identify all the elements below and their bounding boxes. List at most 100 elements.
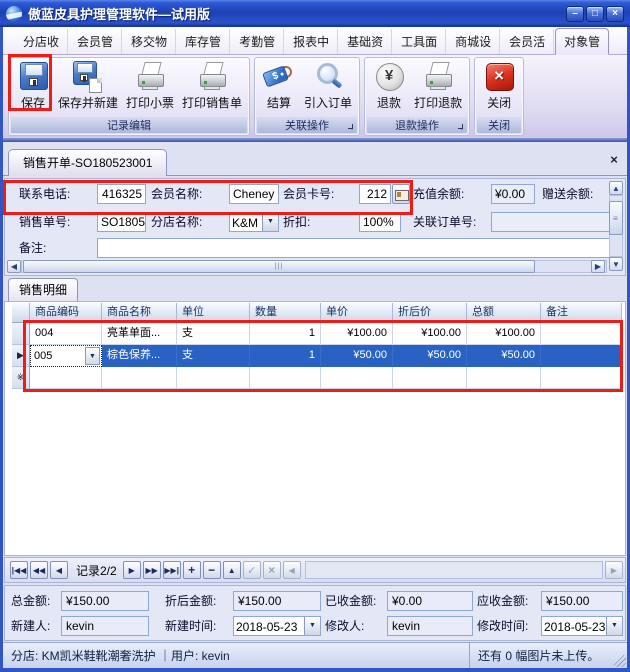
nav-insert-button[interactable]: + xyxy=(183,561,201,579)
cell-name[interactable]: 棕色保养... xyxy=(102,345,177,367)
status-upload-info: 还有 0 幅图片未上传。 xyxy=(469,643,627,668)
scroll-up-icon[interactable]: ▲ xyxy=(609,181,623,195)
cell-empty[interactable] xyxy=(30,367,102,389)
cell-total[interactable]: ¥50.00 xyxy=(467,345,541,367)
column-header[interactable]: 单价 xyxy=(321,303,393,323)
ribbon-tab-object-mgmt[interactable]: 对象管 xyxy=(555,28,609,55)
member-name-input[interactable]: Cheney xyxy=(229,184,279,204)
ribbon-tab-inventory[interactable]: 库存管 xyxy=(177,29,230,54)
maximize-button[interactable]: □ xyxy=(586,6,604,22)
cell-empty[interactable] xyxy=(321,367,393,389)
group-caption-refund-ops[interactable]: 退款操作 xyxy=(367,117,467,133)
branch-name-combo[interactable]: K&M ▼ xyxy=(229,212,279,232)
cell-empty[interactable] xyxy=(102,367,177,389)
refund-button[interactable]: ¥ 退款 xyxy=(368,60,410,113)
column-header[interactable]: 折后价 xyxy=(393,303,467,323)
ribbon-tab-reports[interactable]: 报表中 xyxy=(285,29,338,54)
grid-scroll-right-icon[interactable]: ▶ xyxy=(605,561,623,579)
cell-total[interactable]: ¥100.00 xyxy=(467,323,541,345)
nav-prior-button[interactable]: ◀ xyxy=(50,561,68,579)
cell-name[interactable]: 亮革单面... xyxy=(102,323,177,345)
cell-remark[interactable] xyxy=(541,345,622,367)
column-header[interactable]: 总额 xyxy=(467,303,541,323)
nav-next-button[interactable]: ▶ xyxy=(123,561,141,579)
ribbon-tab-mall[interactable]: 商城设 xyxy=(447,29,500,54)
column-header[interactable]: 备注 xyxy=(541,303,622,323)
ribbon-tab-member-mgmt[interactable]: 会员管 xyxy=(69,29,122,54)
nav-cancel-button[interactable]: × xyxy=(263,561,281,579)
cell-price[interactable]: ¥100.00 xyxy=(321,323,393,345)
ribbon-tab-transfer[interactable]: 移交物 xyxy=(123,29,176,54)
document-close-icon[interactable]: × xyxy=(605,151,623,169)
chevron-down-icon[interactable]: ▼ xyxy=(85,347,100,365)
scroll-right-icon[interactable]: ▶ xyxy=(591,260,605,273)
horizontal-scroll-thumb[interactable]: ||| xyxy=(23,260,535,273)
ribbon-tab-attendance[interactable]: 考勤管 xyxy=(231,29,284,54)
nav-prior-page-button[interactable]: ◀◀ xyxy=(30,561,48,579)
ribbon-tab-basic-data[interactable]: 基础资 xyxy=(339,29,392,54)
cell-empty[interactable] xyxy=(467,367,541,389)
column-header[interactable]: 单位 xyxy=(177,303,250,323)
nav-delete-button[interactable]: − xyxy=(203,561,221,579)
new-row-marker[interactable]: ※ xyxy=(12,367,30,389)
grid-horizontal-scrollbar[interactable] xyxy=(305,561,603,579)
minimize-button[interactable]: – xyxy=(566,6,584,22)
cell-empty[interactable] xyxy=(250,367,321,389)
cell-unit[interactable]: 支 xyxy=(177,323,250,345)
member-card-lookup-icon[interactable] xyxy=(392,184,410,204)
group-caption-related-ops[interactable]: 关联操作 xyxy=(257,117,357,133)
cell-unit[interactable]: 支 xyxy=(177,345,250,367)
row-header[interactable] xyxy=(12,323,30,345)
nav-post-button[interactable]: ✓ xyxy=(243,561,261,579)
scroll-down-icon[interactable]: ▼ xyxy=(609,257,623,271)
column-header[interactable]: 商品名称 xyxy=(102,303,177,323)
save-and-new-button[interactable]: 保存并新建 xyxy=(54,60,122,113)
column-header[interactable]: 数量 xyxy=(250,303,321,323)
document-tab-sales-order[interactable]: 销售开单-SO180523001 xyxy=(8,149,167,176)
tab-sales-detail[interactable]: 销售明细 xyxy=(8,278,78,302)
modify-time-picker[interactable]: 2018-05-23 ▼ xyxy=(541,616,623,636)
settle-button[interactable]: $ 结算 xyxy=(258,60,300,113)
scroll-left-icon[interactable]: ◀ xyxy=(7,260,21,273)
vertical-scroll-thumb[interactable]: ≡ xyxy=(609,201,623,235)
order-no-input[interactable]: SO1805 xyxy=(97,212,146,232)
grid-scroll-left-icon[interactable]: ◀ xyxy=(283,561,301,579)
member-card-input[interactable]: 212 xyxy=(359,184,391,204)
print-refund-button[interactable]: 打印退款 xyxy=(410,60,466,113)
create-time-picker[interactable]: 2018-05-23 ▼ xyxy=(233,616,321,636)
ribbon-tab-member-activity[interactable]: 会员活 xyxy=(501,29,554,54)
cell-empty[interactable] xyxy=(393,367,467,389)
save-button[interactable]: 保存 xyxy=(12,60,54,113)
print-sales-order-button[interactable]: 打印销售单 xyxy=(178,60,246,113)
chevron-down-icon[interactable]: ▼ xyxy=(262,213,278,231)
cell-empty[interactable] xyxy=(541,367,622,389)
chevron-down-icon[interactable]: ▼ xyxy=(606,617,622,635)
cell-discounted[interactable]: ¥100.00 xyxy=(393,323,467,345)
nav-edit-button[interactable]: ▲ xyxy=(223,561,241,579)
discount-input[interactable]: 100% xyxy=(359,212,401,232)
cell-qty[interactable]: 1 xyxy=(250,323,321,345)
cell-remark[interactable] xyxy=(541,323,622,345)
remark-input[interactable] xyxy=(97,238,613,258)
print-receipt-button[interactable]: 打印小票 xyxy=(122,60,178,113)
close-form-button[interactable]: × 关闭 xyxy=(478,60,520,113)
cell-discounted[interactable]: ¥50.00 xyxy=(393,345,467,367)
import-order-button[interactable]: 引入订单 xyxy=(300,60,356,113)
cell-price[interactable]: ¥50.00 xyxy=(321,345,393,367)
nav-first-button[interactable]: |◀◀ xyxy=(10,561,28,579)
close-button[interactable]: × xyxy=(606,6,624,22)
nav-last-button[interactable]: ▶▶| xyxy=(163,561,181,579)
column-header[interactable]: 商品编码 xyxy=(30,303,102,323)
phone-input[interactable]: 416325 xyxy=(97,184,146,204)
chevron-down-icon[interactable]: ▼ xyxy=(304,617,320,635)
resize-grip[interactable] xyxy=(614,655,626,667)
save-new-icon xyxy=(71,61,105,93)
nav-next-page-button[interactable]: ▶▶ xyxy=(143,561,161,579)
current-row-marker[interactable]: ▶ xyxy=(12,345,30,367)
ribbon-tab-branch-receive[interactable]: 分店收 xyxy=(15,29,68,54)
ribbon-tab-tools[interactable]: 工具面 xyxy=(393,29,446,54)
cell-code-combo[interactable]: 005 ▼ xyxy=(30,345,102,367)
cell-qty[interactable]: 1 xyxy=(250,345,321,367)
cell-empty[interactable] xyxy=(177,367,250,389)
cell-code[interactable]: 004 xyxy=(30,323,102,345)
